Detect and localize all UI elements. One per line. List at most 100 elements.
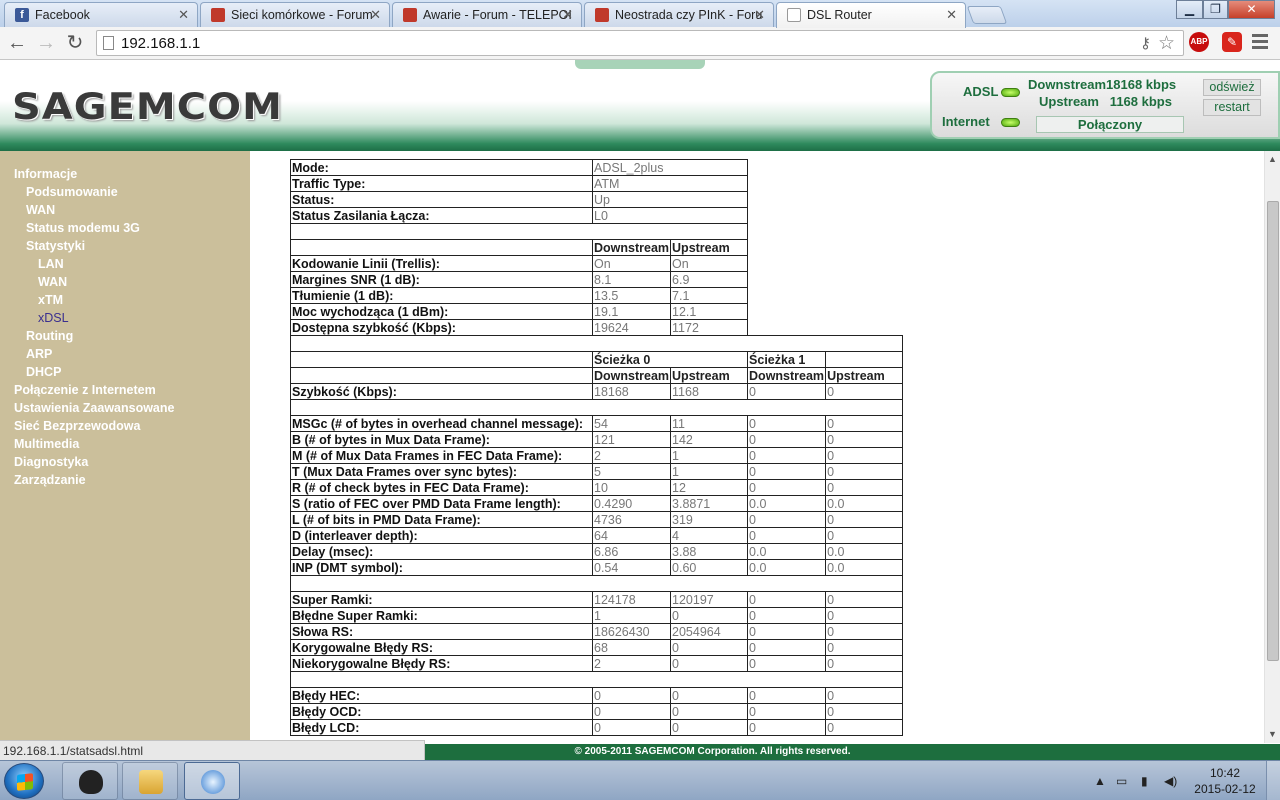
restart-button[interactable]: restart <box>1203 99 1261 116</box>
path1-upstream-value: 0 <box>825 383 904 400</box>
tab-dsl-router[interactable]: DSL Router ✕ <box>776 2 966 28</box>
page-scrollbar[interactable]: ▲ ▼ <box>1264 151 1280 743</box>
row-label: B (# of bytes in Mux Data Frame): <box>290 431 593 448</box>
window-close-button[interactable]: ✕ <box>1228 0 1275 19</box>
close-icon[interactable]: ✕ <box>178 7 189 23</box>
sidebar-item-stats-wan[interactable]: WAN <box>38 275 67 289</box>
refresh-button[interactable]: odśwież <box>1203 79 1261 96</box>
minimize-button[interactable]: ▁ <box>1176 0 1203 19</box>
tab-sieci[interactable]: Sieci komórkowe - Forum ✕ <box>200 2 390 27</box>
key-icon[interactable]: ⚷ <box>1140 34 1151 52</box>
link-status-bubble: 192.168.1.1/statsadsl.html <box>0 740 425 760</box>
sidebar-item-diagnostyka[interactable]: Diagnostyka <box>14 455 88 469</box>
sidebar-item-informacje[interactable]: Informacje <box>14 167 77 181</box>
new-tab-button[interactable] <box>966 6 1008 24</box>
close-icon[interactable]: ✕ <box>946 7 957 23</box>
sidebar-item-routing[interactable]: Routing <box>26 329 73 343</box>
upstream-speed: Upstream 1168 kbps <box>1039 94 1172 109</box>
path0-downstream-value: 124178 <box>591 591 672 608</box>
path0-upstream-value: 142 <box>670 431 749 448</box>
browser-titlebar: f Facebook ✕ Sieci komórkowe - Forum ✕ A… <box>0 0 1280 28</box>
path1-upstream-value: 0 <box>825 719 904 736</box>
row-label: T (Mux Data Frames over sync bytes): <box>290 463 593 480</box>
url-text[interactable]: 192.168.1.1 <box>121 35 200 52</box>
row-label: L (# of bits in PMD Data Frame): <box>290 511 593 528</box>
back-arrow-icon[interactable]: ← <box>4 31 30 55</box>
path1-upstream-value: 0 <box>825 607 904 624</box>
tab-label: Neostrada czy PInK - Foru <box>615 8 763 22</box>
row-label: R (# of check bytes in FEC Data Frame): <box>290 479 593 496</box>
start-button[interactable] <box>4 763 44 799</box>
table-row: Mode: ADSL_2plus <box>290 159 903 176</box>
path1-downstream-value: 0.0 <box>747 543 827 560</box>
folder-icon <box>139 770 163 794</box>
path0-downstream-value: 18626430 <box>591 623 672 640</box>
header-blank <box>825 351 904 368</box>
scroll-up-arrow-icon[interactable]: ▲ <box>1268 154 1277 164</box>
tab-label: DSL Router <box>807 8 872 22</box>
sidebar-item-siec-bezprzewodowa[interactable]: Sieć Bezprzewodowa <box>14 419 140 433</box>
path1-upstream-value: 0 <box>825 687 904 704</box>
tab-neostrada[interactable]: Neostrada czy PInK - Foru ✕ <box>584 2 774 27</box>
taskbar-app-browser[interactable] <box>184 762 240 800</box>
path0-upstream-value: 0 <box>670 687 749 704</box>
sidebar-item-status-modemu-3g[interactable]: Status modemu 3G <box>26 221 140 235</box>
stats-content: Mode: ADSL_2plus Traffic Type: ATM Status: Up… <box>250 151 1264 743</box>
spacer-cell <box>289 671 904 688</box>
maximize-button[interactable]: ❐ <box>1203 0 1228 19</box>
taskbar-clock[interactable]: 10:42 2015-02-12 <box>1194 765 1256 797</box>
network-icon[interactable]: ▭ <box>1116 774 1127 788</box>
volume-icon[interactable]: ◀) <box>1164 774 1177 788</box>
tray-expand-icon[interactable]: ▲ <box>1094 774 1106 788</box>
taskbar-app-foobar[interactable] <box>62 762 118 800</box>
scrollbar-thumb[interactable] <box>1267 201 1279 661</box>
tab-label: Facebook <box>35 8 90 22</box>
battery-icon[interactable]: ▮ <box>1141 774 1148 788</box>
sidebar-item-zarzadzanie[interactable]: Zarządzanie <box>14 473 86 487</box>
forward-arrow-icon[interactable]: → <box>33 31 59 55</box>
path0-downstream-value: 68 <box>591 639 672 656</box>
close-icon[interactable]: ✕ <box>370 7 381 23</box>
menu-icon[interactable] <box>1252 34 1268 52</box>
sidebar-item-wan[interactable]: WAN <box>26 203 55 217</box>
extension-icon[interactable]: ✎ <box>1222 32 1242 52</box>
header-tab-decoration <box>575 60 705 69</box>
sidebar-item-stats-xdsl[interactable]: xDSL <box>38 311 69 325</box>
reload-icon[interactable]: ↻ <box>62 31 88 55</box>
bookmark-star-icon[interactable]: ☆ <box>1158 32 1175 55</box>
row-label: Słowa RS: <box>290 623 593 640</box>
sidebar-item-dhcp[interactable]: DHCP <box>26 365 61 379</box>
sidebar-item-ustawienia[interactable]: Ustawienia Zaawansowane <box>14 401 174 415</box>
table-row: Status Zasilania Łącza: L0 <box>290 207 903 224</box>
path1-downstream-value: 0 <box>747 527 827 544</box>
sidebar-item-stats-lan[interactable]: LAN <box>38 257 64 271</box>
sidebar-item-arp[interactable]: ARP <box>26 347 52 361</box>
sidebar-item-statystyki[interactable]: Statystyki <box>26 239 85 253</box>
close-icon[interactable]: ✕ <box>754 7 765 23</box>
table-row: Moc wychodząca (1 dBm): 19.1 12.1 <box>290 303 903 320</box>
row-label: D (interleaver depth): <box>290 527 593 544</box>
tab-awarie[interactable]: Awarie - Forum - TELEPOI ✕ <box>392 2 582 27</box>
path0-upstream-value: 0 <box>670 719 749 736</box>
internet-label: Internet <box>942 114 990 129</box>
path0-upstream-value: 0 <box>670 655 749 672</box>
close-icon[interactable]: ✕ <box>562 7 573 23</box>
address-bar[interactable]: 192.168.1.1 ⚷ ☆ <box>96 30 1184 56</box>
sidebar-item-podsumowanie[interactable]: Podsumowanie <box>26 185 118 199</box>
sidebar-item-stats-xtm[interactable]: xTM <box>38 293 63 307</box>
path0-upstream-value: 11 <box>670 415 749 432</box>
upstream-header: Upstream <box>670 239 749 256</box>
adblock-icon[interactable]: ABP <box>1189 32 1209 52</box>
path0-upstream-value: 0.60 <box>670 559 749 576</box>
path0-upstream-value: 0 <box>670 703 749 720</box>
tab-facebook[interactable]: f Facebook ✕ <box>4 2 198 27</box>
table-row: Kodowanie Linii (Trellis): On On <box>290 255 903 272</box>
row-label: Kodowanie Linii (Trellis): <box>290 255 593 272</box>
scroll-down-arrow-icon[interactable]: ▼ <box>1268 729 1277 739</box>
sidebar-item-multimedia[interactable]: Multimedia <box>14 437 79 451</box>
show-desktop-button[interactable] <box>1266 761 1280 800</box>
path0-downstream-value: 0.4290 <box>591 495 672 512</box>
row-label: Margines SNR (1 dB): <box>290 271 593 288</box>
sidebar-item-polaczenie[interactable]: Połączenie z Internetem <box>14 383 156 397</box>
taskbar-app-explorer[interactable] <box>122 762 178 800</box>
